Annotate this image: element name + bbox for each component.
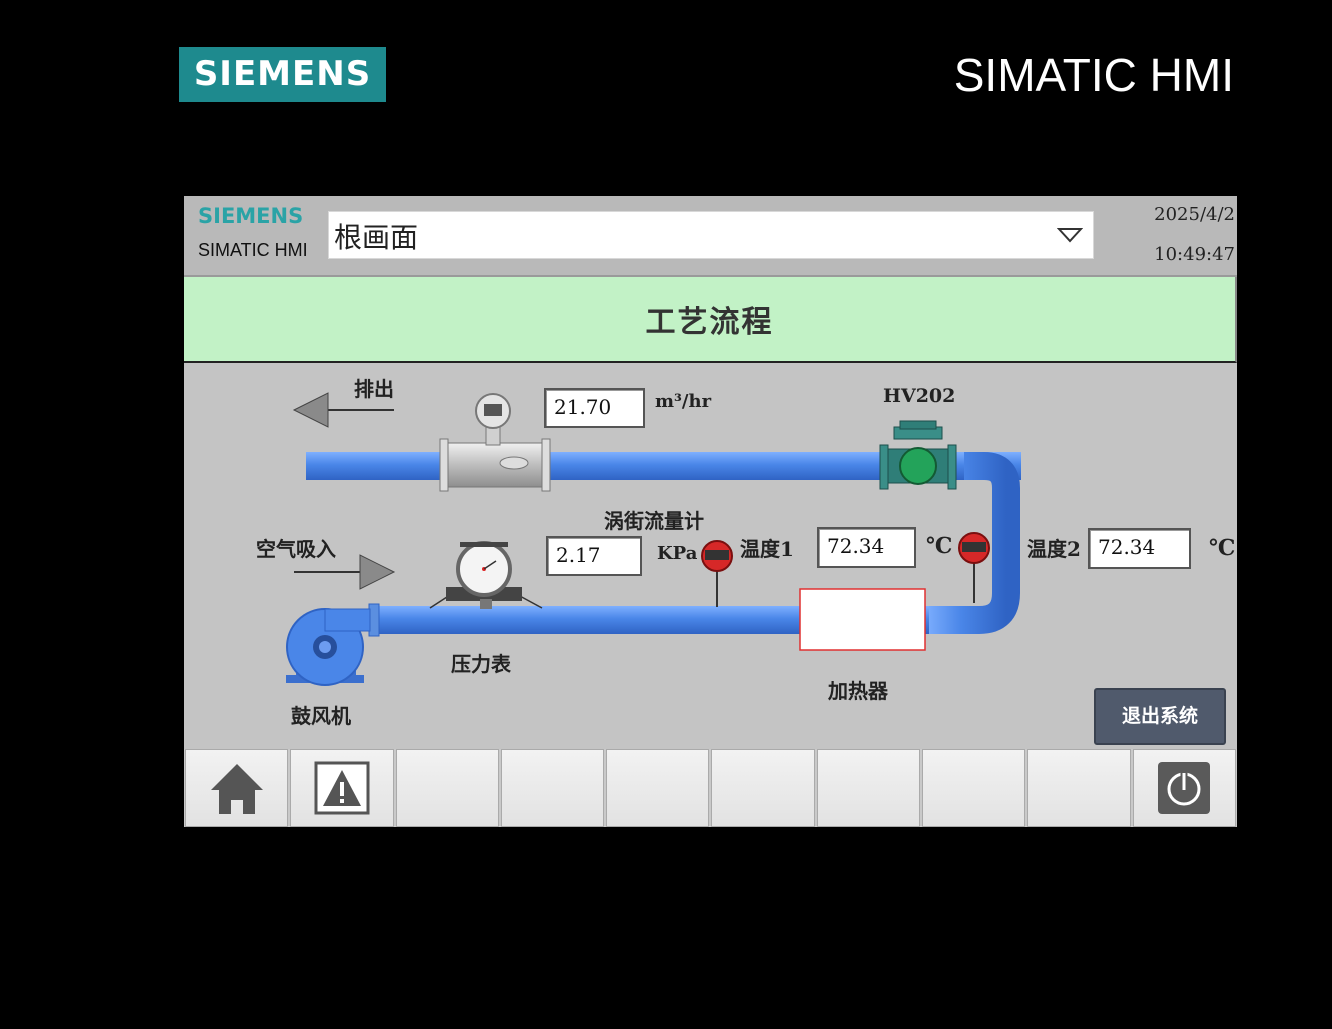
footer-softkey-bar bbox=[184, 749, 1237, 827]
header-subbrand: SIMATIC HMI bbox=[198, 240, 308, 260]
temp2-unit-label: ℃ bbox=[1209, 535, 1236, 561]
temp2-label: 温度2 bbox=[1027, 537, 1081, 561]
alarm-warning-icon bbox=[314, 761, 370, 815]
title-band: 工艺流程 bbox=[184, 277, 1237, 363]
outlet-label: 排出 bbox=[354, 377, 394, 401]
softkey-3[interactable] bbox=[395, 749, 499, 827]
temperature-sensor-2-icon bbox=[958, 532, 990, 603]
inlet-label: 空气吸入 bbox=[256, 537, 336, 561]
valve-label: HV202 bbox=[883, 385, 956, 407]
chevron-down-icon[interactable] bbox=[1057, 226, 1083, 244]
screen-selector-dropdown[interactable]: 根画面 bbox=[328, 211, 1094, 259]
pressure-gauge-icon bbox=[429, 541, 543, 609]
blower-icon bbox=[286, 608, 371, 686]
temp1-label: 温度1 bbox=[740, 537, 794, 561]
header-brand-logo: SIEMENS bbox=[198, 204, 304, 228]
softkey-9[interactable] bbox=[1027, 749, 1131, 827]
simatic-hmi-frame-title: SIMATIC HMI bbox=[953, 49, 1234, 101]
header-time: 10:49:47 bbox=[1154, 244, 1235, 265]
temp1-value-field: 72.34 bbox=[817, 527, 916, 568]
header-date: 2025/4/2 bbox=[1154, 204, 1235, 225]
hmi-screen: SIEMENS SIMATIC HMI 根画面 2025/4/2 10:49:4… bbox=[184, 196, 1237, 827]
softkey-7[interactable] bbox=[816, 749, 921, 827]
flow-unit-label: m³/hr bbox=[655, 391, 712, 412]
page-title: 工艺流程 bbox=[645, 305, 774, 340]
flowmeter-label: 涡街流量计 bbox=[604, 509, 704, 533]
power-button[interactable] bbox=[1132, 749, 1236, 827]
blower-label: 鼓风机 bbox=[291, 704, 351, 728]
temp1-unit-label: ℃ bbox=[926, 533, 953, 559]
pressure-unit-label: KPa bbox=[657, 543, 698, 564]
heater-box bbox=[799, 588, 926, 651]
home-icon bbox=[210, 764, 263, 814]
softkey-5[interactable] bbox=[606, 749, 710, 827]
valve-hv202-icon[interactable] bbox=[879, 420, 957, 490]
header-bar: SIEMENS SIMATIC HMI 根画面 2025/4/2 10:49:4… bbox=[184, 196, 1237, 277]
flow-value-field: 21.70 bbox=[544, 388, 645, 428]
softkey-4[interactable] bbox=[500, 749, 605, 827]
power-icon bbox=[1158, 762, 1211, 814]
softkey-8[interactable] bbox=[922, 749, 1026, 827]
temp2-value-field: 72.34 bbox=[1088, 528, 1191, 569]
vortex-flowmeter-icon bbox=[439, 393, 551, 492]
screen-selector-value: 根画面 bbox=[334, 221, 419, 254]
heater-label: 加热器 bbox=[828, 679, 888, 703]
siemens-frame-logo: SIEMENS bbox=[179, 47, 386, 102]
temperature-sensor-1-icon bbox=[701, 540, 733, 607]
softkey-6[interactable] bbox=[711, 749, 815, 827]
pressure-gauge-label: 压力表 bbox=[451, 652, 511, 676]
process-diagram: 排出 21.70 m³/hr HV202 涡街流量计 空气吸入 2.17 KPa… bbox=[184, 363, 1237, 748]
pressure-value-field: 2.17 bbox=[546, 536, 642, 576]
alarm-view-button[interactable] bbox=[290, 749, 394, 827]
home-button[interactable] bbox=[185, 749, 289, 827]
exit-system-button[interactable]: 退出系统 bbox=[1094, 688, 1226, 745]
